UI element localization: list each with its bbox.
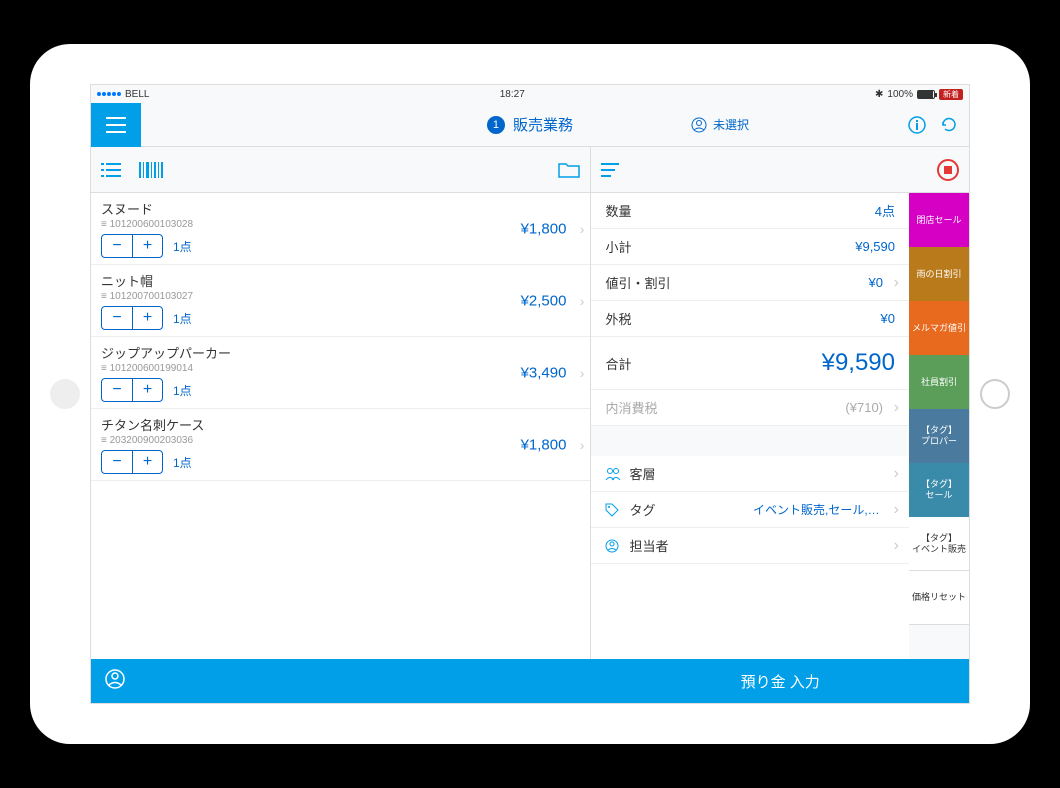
list-view-button[interactable] xyxy=(101,162,121,178)
summary-total-row: 合計¥9,590 xyxy=(591,337,909,390)
item-row[interactable]: スヌード101200600103028−+1点¥1,800› xyxy=(91,193,590,265)
item-sku: 203200900203036 xyxy=(101,435,580,446)
qty-stepper: −+ xyxy=(101,306,163,330)
quick-tags-panel: 閉店セール雨の日割引メルマガ値引社員割引【タグ】 プロパー【タグ】 セール【タグ… xyxy=(909,193,969,659)
chevron-right-icon: › xyxy=(580,437,585,453)
qty-stepper: −+ xyxy=(101,234,163,258)
item-sku: 101200600199014 xyxy=(101,363,580,374)
qty-label: 1点 xyxy=(173,310,192,327)
chevron-right-icon: › xyxy=(580,365,585,381)
content-area: スヌード101200600103028−+1点¥1,800›ニット帽101200… xyxy=(91,193,969,659)
item-name: ニット帽 xyxy=(101,271,580,290)
qty-label: 1点 xyxy=(173,382,192,399)
quick-tag-button[interactable]: 閉店セール xyxy=(909,193,969,247)
stop-icon xyxy=(944,166,952,174)
menu-button[interactable] xyxy=(91,103,141,147)
user-status-label: 未選択 xyxy=(713,116,749,133)
filter-button[interactable] xyxy=(601,162,619,178)
home-button[interactable] xyxy=(980,379,1010,409)
power-button xyxy=(50,379,80,409)
footer-user-icon[interactable] xyxy=(105,669,125,694)
carrier-label: BELL xyxy=(125,89,149,100)
app-header: 1 販売業務 未選択 xyxy=(91,103,969,147)
qty-plus-button[interactable]: + xyxy=(132,451,162,473)
battery-percent: 100% xyxy=(887,89,913,100)
header-title-group: 1 販売業務 xyxy=(487,114,573,135)
quick-tag-button[interactable]: 雨の日割引 xyxy=(909,247,969,301)
summary-intax-row[interactable]: 内消費税(¥710) xyxy=(591,390,909,426)
toolbar xyxy=(91,147,969,193)
folder-button[interactable] xyxy=(558,162,580,178)
deposit-label: 預り金 入力 xyxy=(741,671,820,692)
summary-gap xyxy=(591,426,909,456)
item-name: ジップアップパーカー xyxy=(101,343,580,362)
user-selector[interactable]: 未選択 xyxy=(691,116,749,133)
qty-plus-button[interactable]: + xyxy=(132,379,162,401)
footer-left xyxy=(91,659,591,703)
qty-stepper: −+ xyxy=(101,450,163,474)
summary-discount-row[interactable]: 値引・割引¥0 xyxy=(591,265,909,301)
info-button[interactable] xyxy=(907,115,927,135)
item-price: ¥1,800 xyxy=(521,220,567,237)
person-icon xyxy=(605,539,621,553)
quick-tag-button[interactable]: 【タグ】 イベント販売 xyxy=(909,517,969,571)
qty-label: 1点 xyxy=(173,454,192,471)
quick-tag-button[interactable]: メルマガ値引 xyxy=(909,301,969,355)
item-price: ¥1,800 xyxy=(521,436,567,453)
item-name: チタン名刺ケース xyxy=(101,415,580,434)
qty-minus-button[interactable]: − xyxy=(102,451,132,473)
people-icon xyxy=(605,467,621,481)
summary-qty-row: 数量4点 xyxy=(591,193,909,229)
tag-icon xyxy=(605,503,621,517)
quick-tag-button[interactable]: 社員割引 xyxy=(909,355,969,409)
item-row[interactable]: チタン名刺ケース203200900203036−+1点¥1,800› xyxy=(91,409,590,481)
item-name: スヌード xyxy=(101,199,580,218)
quick-tag-button[interactable]: 【タグ】 セール xyxy=(909,463,969,517)
battery-icon xyxy=(917,90,935,99)
clock: 18:27 xyxy=(500,89,525,100)
page-title: 販売業務 xyxy=(513,114,573,135)
app-screen: BELL 18:27 ✱ 100% 新着 1 販売業務 未選択 xyxy=(90,84,970,704)
footer: 預り金 入力 xyxy=(91,659,969,703)
chevron-right-icon: › xyxy=(580,221,585,237)
item-sku: 101200700103027 xyxy=(101,291,580,302)
item-price: ¥2,500 xyxy=(521,292,567,309)
user-icon xyxy=(691,117,707,133)
segment-row[interactable]: 客層 xyxy=(591,456,909,492)
status-bar: BELL 18:27 ✱ 100% 新着 xyxy=(91,85,969,103)
record-button[interactable] xyxy=(937,159,959,181)
item-row[interactable]: ジップアップパーカー101200600199014−+1点¥3,490› xyxy=(91,337,590,409)
header-count-badge: 1 xyxy=(487,116,505,134)
staff-row[interactable]: 担当者 xyxy=(591,528,909,564)
hamburger-icon xyxy=(106,117,126,133)
tag-row[interactable]: タグ イベント販売,セール,プロ... xyxy=(591,492,909,528)
item-row[interactable]: ニット帽101200700103027−+1点¥2,500› xyxy=(91,265,590,337)
item-sku: 101200600103028 xyxy=(101,219,580,230)
qty-label: 1点 xyxy=(173,238,192,255)
summary-panel: 数量4点 小計¥9,590 値引・割引¥0 外税¥0 合計¥9,590 内消費税… xyxy=(591,193,969,659)
tablet-frame: BELL 18:27 ✱ 100% 新着 1 販売業務 未選択 xyxy=(30,44,1030,744)
qty-stepper: −+ xyxy=(101,378,163,402)
signal-icon xyxy=(97,92,121,96)
qty-plus-button[interactable]: + xyxy=(132,235,162,257)
bluetooth-icon: ✱ xyxy=(875,89,883,100)
new-badge: 新着 xyxy=(939,89,963,100)
chevron-right-icon: › xyxy=(580,293,585,309)
qty-minus-button[interactable]: − xyxy=(102,379,132,401)
item-price: ¥3,490 xyxy=(521,364,567,381)
deposit-button[interactable]: 預り金 入力 xyxy=(591,659,969,703)
qty-minus-button[interactable]: − xyxy=(102,307,132,329)
qty-minus-button[interactable]: − xyxy=(102,235,132,257)
quick-tag-button[interactable]: 価格リセット xyxy=(909,571,969,625)
items-panel: スヌード101200600103028−+1点¥1,800›ニット帽101200… xyxy=(91,193,591,659)
summary-extax-row: 外税¥0 xyxy=(591,301,909,337)
quick-tag-button[interactable]: 【タグ】 プロパー xyxy=(909,409,969,463)
summary-main: 数量4点 小計¥9,590 値引・割引¥0 外税¥0 合計¥9,590 内消費税… xyxy=(591,193,909,659)
refresh-button[interactable] xyxy=(939,115,959,135)
barcode-button[interactable] xyxy=(139,162,163,178)
qty-plus-button[interactable]: + xyxy=(132,307,162,329)
summary-subtotal-row: 小計¥9,590 xyxy=(591,229,909,265)
